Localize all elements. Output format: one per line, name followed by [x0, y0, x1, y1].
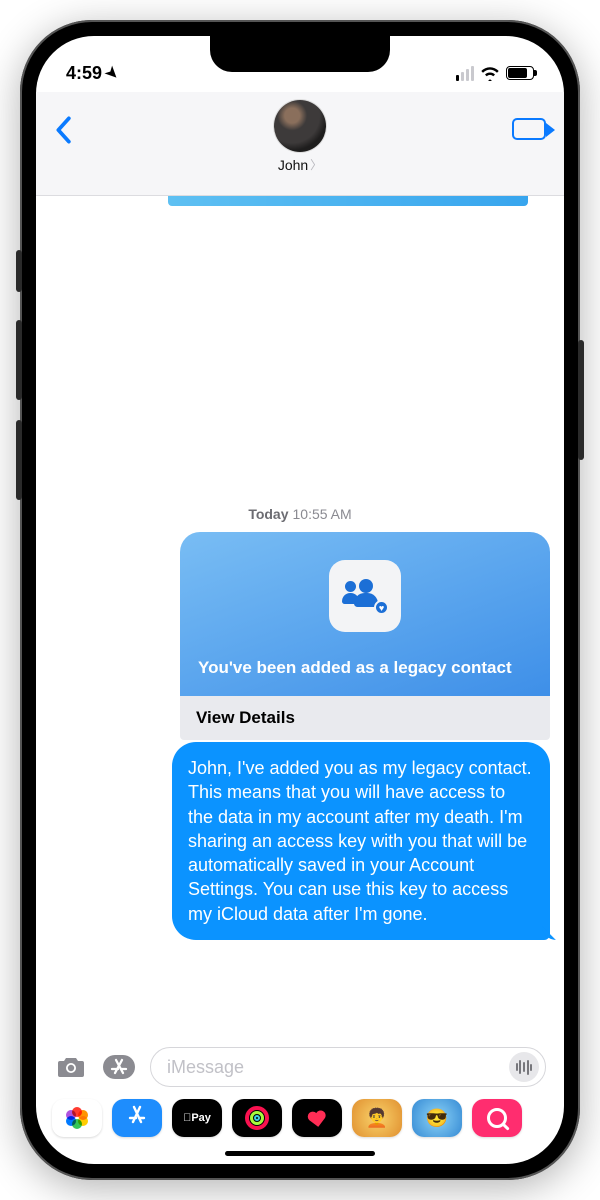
- app-apple-pay[interactable]: Pay: [172, 1099, 222, 1137]
- contact-avatar: [274, 100, 326, 152]
- location-icon: ➤: [102, 62, 124, 84]
- notch: [210, 36, 390, 72]
- timestamp-time: 10:55 AM: [293, 506, 352, 522]
- app-fitness[interactable]: [232, 1099, 282, 1137]
- imessage-app-drawer[interactable]: Pay 🧑‍🦱 😎: [36, 1093, 564, 1151]
- timestamp: Today 10:55 AM: [50, 506, 550, 522]
- video-icon: [512, 118, 546, 140]
- appstore-icon: [126, 1104, 148, 1132]
- status-time: 4:59: [66, 63, 102, 84]
- app-memoji[interactable]: 🧑‍🦱: [352, 1099, 402, 1137]
- screen: 4:59 ➤ John 〉: [36, 36, 564, 1164]
- legacy-contact-icon: ♥: [329, 560, 401, 632]
- volume-up-button: [16, 320, 22, 400]
- message-list[interactable]: Today 10:55 AM ♥ You've been added as a l…: [36, 206, 564, 1037]
- conversation-header: John 〉: [36, 92, 564, 196]
- sent-message-bubble[interactable]: John, I've added you as my legacy contac…: [172, 742, 550, 940]
- previous-message-edge: [168, 196, 528, 206]
- heart-icon: [306, 1108, 328, 1129]
- app-images[interactable]: [472, 1099, 522, 1137]
- legacy-contact-card[interactable]: ♥ You've been added as a legacy contact …: [180, 532, 550, 740]
- cell-signal-icon: [456, 66, 474, 81]
- audio-message-button[interactable]: [509, 1052, 539, 1082]
- contact-name-label: John: [278, 157, 308, 173]
- wifi-icon: [480, 66, 500, 81]
- facetime-button[interactable]: [506, 100, 546, 140]
- app-appstore[interactable]: [112, 1099, 162, 1137]
- camera-button[interactable]: [54, 1052, 88, 1082]
- back-button[interactable]: [54, 100, 94, 152]
- mute-switch: [16, 250, 22, 292]
- memoji-icon-2: 😎: [426, 1108, 448, 1129]
- home-indicator[interactable]: [225, 1151, 375, 1156]
- power-button: [578, 340, 584, 460]
- app-store-apps-button[interactable]: [102, 1052, 136, 1082]
- app-photos[interactable]: [52, 1099, 102, 1137]
- app-music[interactable]: 😎: [412, 1099, 462, 1137]
- photos-icon: [66, 1107, 88, 1129]
- search-icon: [487, 1108, 507, 1128]
- battery-icon: [506, 66, 534, 80]
- apple-pay-label: Pay: [183, 1112, 211, 1124]
- app-health[interactable]: [292, 1099, 342, 1137]
- contact-info-button[interactable]: John 〉: [94, 100, 506, 173]
- message-placeholder: iMessage: [167, 1057, 509, 1078]
- iphone-frame: 4:59 ➤ John 〉: [20, 20, 580, 1180]
- message-input[interactable]: iMessage: [150, 1047, 546, 1087]
- volume-down-button: [16, 420, 22, 500]
- card-title: You've been added as a legacy contact: [198, 658, 512, 678]
- card-header: ♥ You've been added as a legacy contact: [180, 532, 550, 696]
- memoji-icon: 🧑‍🦱: [366, 1108, 388, 1129]
- compose-bar: iMessage: [36, 1037, 564, 1093]
- view-details-button[interactable]: View Details: [180, 696, 550, 740]
- timestamp-day: Today: [248, 506, 288, 522]
- activity-rings-icon: [245, 1106, 269, 1130]
- chevron-right-icon: 〉: [310, 156, 322, 173]
